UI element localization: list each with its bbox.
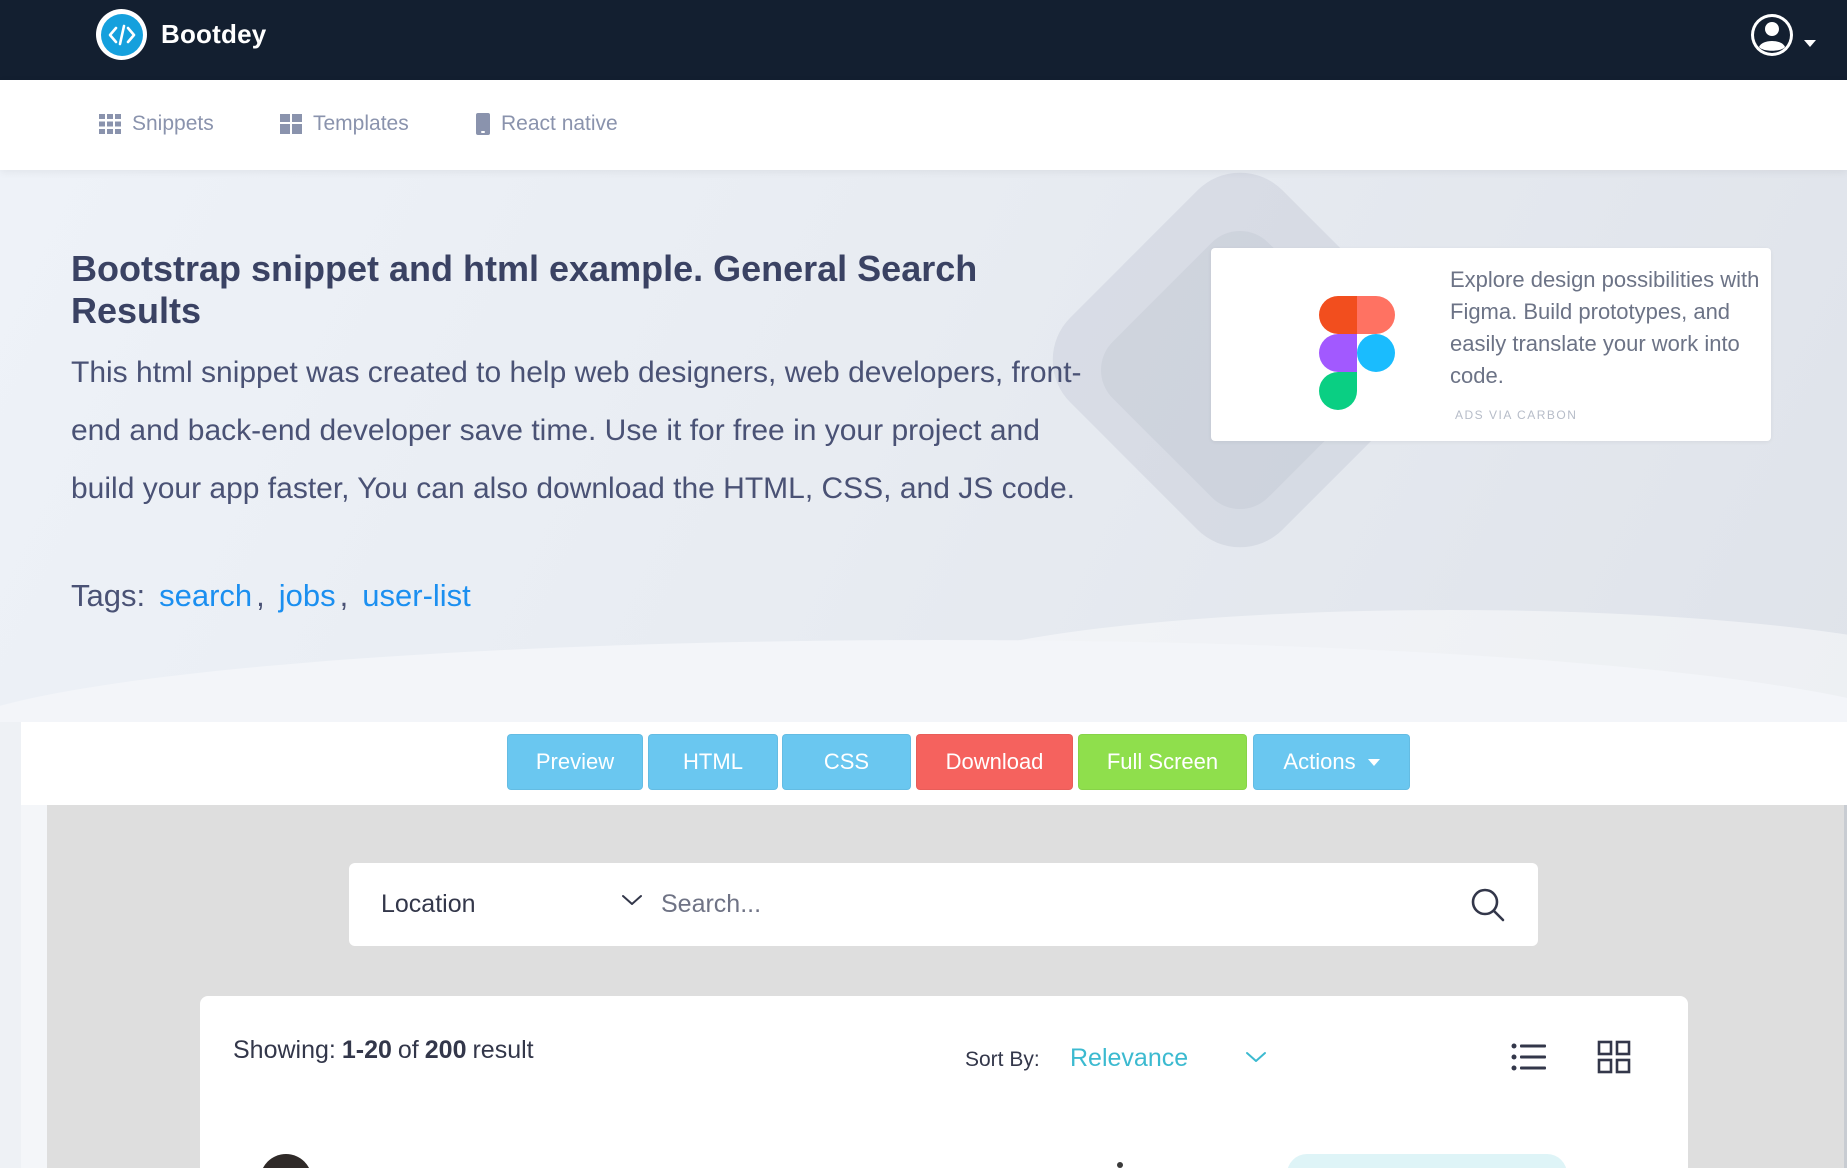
- css-button[interactable]: CSS: [782, 734, 911, 790]
- sort-select[interactable]: Relevance: [1070, 1044, 1188, 1073]
- nav-react-native[interactable]: React native: [476, 112, 618, 136]
- tag-link[interactable]: user-list: [362, 578, 471, 614]
- status-badge: [1287, 1154, 1567, 1168]
- snippet-preview: Location Showing: 1-20 of 200 result Sor…: [47, 805, 1844, 1168]
- tags-row: Tags: search , jobs , user-list: [71, 578, 475, 614]
- secondary-nav: Snippets Templates React native: [0, 80, 1847, 170]
- tag-separator: ,: [339, 578, 349, 613]
- ad-via-label[interactable]: ADS VIA CARBON: [1455, 408, 1577, 422]
- download-button[interactable]: Download: [916, 734, 1073, 790]
- chevron-down-icon: [1367, 758, 1380, 766]
- search-input[interactable]: [661, 881, 1441, 927]
- fullscreen-button[interactable]: Full Screen: [1078, 734, 1247, 790]
- user-menu[interactable]: [1750, 13, 1816, 57]
- hero-section: Bootstrap snippet and html example. Gene…: [0, 170, 1847, 722]
- results-range: 1-20: [341, 1036, 392, 1064]
- preview-button[interactable]: Preview: [507, 734, 643, 790]
- nav-snippets-label: Snippets: [132, 112, 214, 135]
- page-description: This html snippet was created to help we…: [71, 356, 1082, 505]
- tag-link[interactable]: search: [159, 578, 252, 614]
- nav-templates-label: Templates: [313, 112, 409, 135]
- location-select[interactable]: Location: [381, 890, 476, 919]
- snippet-toolbar: Preview HTML CSS Download Full Screen Ac…: [21, 722, 1847, 805]
- ad-text[interactable]: Explore design possibilities with Figma.…: [1450, 264, 1760, 392]
- top-navbar: Bootdey: [0, 0, 1847, 80]
- actions-dropdown[interactable]: Actions: [1253, 734, 1410, 790]
- results-total: 200: [424, 1036, 467, 1064]
- layout-icon: [280, 114, 302, 134]
- page-title: Bootstrap snippet and html example. Gene…: [71, 248, 978, 331]
- results-card: Showing: 1-20 of 200 result Sort By: Rel…: [200, 996, 1688, 1168]
- ad-image[interactable]: [1227, 260, 1487, 423]
- grid-icon: [99, 114, 121, 134]
- sort-label: Sort By:: [965, 1048, 1040, 1071]
- mobile-icon: [476, 113, 490, 135]
- result-label: result: [472, 1036, 534, 1064]
- code-icon: [96, 9, 147, 60]
- results-summary: Showing: 1-20 of 200 result: [233, 1036, 534, 1065]
- nav-templates[interactable]: Templates: [280, 112, 409, 136]
- tags-label: Tags:: [71, 578, 146, 613]
- search-icon[interactable]: [1468, 885, 1508, 925]
- figma-logo-icon: [1319, 296, 1395, 410]
- brand[interactable]: Bootdey: [96, 9, 266, 60]
- nav-snippets[interactable]: Snippets: [99, 112, 214, 136]
- search-bar: Location: [349, 863, 1538, 946]
- grid-view-icon[interactable]: [1597, 1040, 1631, 1074]
- tag-link[interactable]: jobs: [279, 578, 336, 614]
- preview-gutter: [21, 805, 47, 1168]
- user-circle-icon: [1751, 14, 1793, 56]
- carbon-ad[interactable]: Explore design possibilities with Figma.…: [1211, 248, 1771, 441]
- chevron-down-icon[interactable]: [1245, 1050, 1267, 1064]
- showing-label: Showing:: [233, 1036, 336, 1064]
- chevron-down-icon: [1804, 39, 1816, 47]
- brand-name: Bootdey: [161, 19, 267, 49]
- bullet: [1117, 1162, 1123, 1168]
- tag-separator: ,: [256, 578, 265, 613]
- actions-label: Actions: [1283, 749, 1356, 774]
- chevron-down-icon[interactable]: [621, 893, 643, 907]
- html-button[interactable]: HTML: [648, 734, 778, 790]
- nav-react-native-label: React native: [501, 112, 618, 135]
- list-view-icon[interactable]: [1511, 1042, 1547, 1072]
- preview-frame-left: [0, 722, 21, 1168]
- avatar[interactable]: [260, 1154, 312, 1168]
- of-label: of: [397, 1036, 419, 1064]
